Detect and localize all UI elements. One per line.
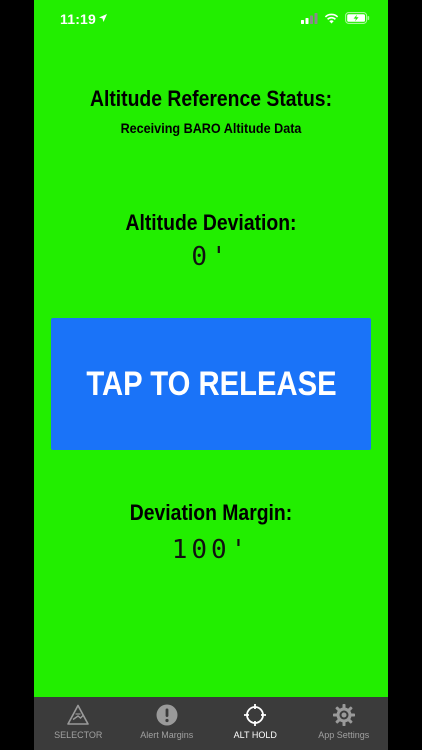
app-screen: 11:19 Altitude Reference Status: Receivi… xyxy=(34,0,388,750)
tab-alt-hold[interactable]: ALT HOLD xyxy=(211,697,300,750)
tap-to-release-label: TAP TO RELEASE xyxy=(85,364,337,403)
status-bar: 11:19 xyxy=(34,0,388,38)
tab-alert-margins[interactable]: Alert Margins xyxy=(123,697,212,750)
tab-alt-hold-label: ALT HOLD xyxy=(233,730,277,740)
altitude-selector-icon xyxy=(67,704,90,725)
status-time: 11:19 xyxy=(60,11,97,27)
crosshair-icon xyxy=(244,704,267,726)
tab-app-settings-label: App Settings xyxy=(318,730,370,740)
altitude-deviation-value: 0' xyxy=(191,242,231,272)
location-arrow-icon xyxy=(99,14,107,22)
tab-selector-label: SELECTOR xyxy=(54,730,103,740)
deviation-margin-value: 100' xyxy=(171,535,251,565)
wifi-icon xyxy=(324,13,339,23)
alert-exclamation-icon xyxy=(156,704,178,726)
status-indicators xyxy=(301,12,370,24)
tab-bar: SELECTOR Alert Margins ALT HOLD App Sett… xyxy=(34,697,388,750)
tab-alert-margins-label: Alert Margins xyxy=(140,730,194,740)
tab-app-settings[interactable]: App Settings xyxy=(300,697,389,750)
gear-icon xyxy=(332,704,355,726)
tap-to-release-button[interactable]: TAP TO RELEASE xyxy=(51,318,371,450)
cellular-signal-icon xyxy=(301,12,318,24)
battery-charging-icon xyxy=(345,12,370,24)
tab-selector[interactable]: SELECTOR xyxy=(34,697,123,750)
altitude-deviation-title: Altitude Deviation: xyxy=(125,210,297,235)
deviation-margin-title: Deviation Margin: xyxy=(129,500,293,525)
reference-status-title: Altitude Reference Status: xyxy=(89,86,333,111)
reference-status-text: Receiving BARO Altitude Data xyxy=(120,120,302,136)
